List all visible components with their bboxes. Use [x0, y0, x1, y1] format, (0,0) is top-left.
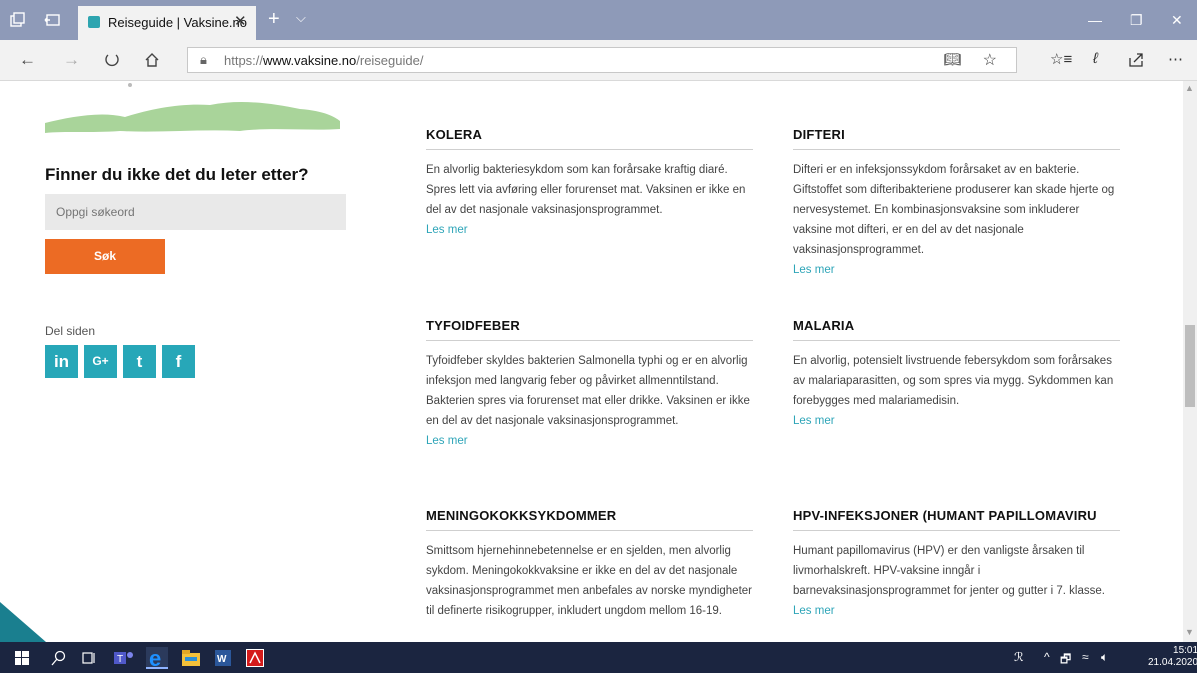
network-warning-icon[interactable]: 🗗︎: [1060, 650, 1071, 671]
disease-title: HPV-INFEKSJONER (HUMANT PAPILLOMAVIRU: [793, 508, 1120, 531]
word-icon[interactable]: W: [215, 650, 231, 666]
pen-notes-icon[interactable]: ℓ: [1093, 50, 1098, 67]
search-heading: Finner du ikke det du leter etter?: [45, 165, 309, 184]
disease-title: MENINGOKOKKSYKDOMMER: [426, 508, 753, 531]
disease-description: Smittsom hjernehinnebetennelse er en sje…: [426, 545, 752, 617]
svg-text:W: W: [217, 654, 227, 665]
page-content: Finner du ikke det du leter etter? Søk D…: [0, 81, 1183, 642]
tab-preview-chevron-icon[interactable]: ⌵: [296, 10, 306, 26]
scroll-up-icon[interactable]: ▲: [1185, 83, 1194, 93]
refresh-icon[interactable]: [104, 52, 120, 68]
edge-browser-icon[interactable]: e: [146, 647, 168, 669]
file-explorer-icon[interactable]: [182, 650, 200, 666]
read-more-link[interactable]: Les mer: [793, 601, 1120, 621]
address-field[interactable]: 🔒︎ https://www.vaksine.no/reiseguide/ 📖︎…: [187, 47, 1017, 73]
maximize-button[interactable]: ❐: [1130, 12, 1143, 29]
disease-card-kolera: KOLERA En alvorlig bakteriesykdom som ka…: [426, 127, 753, 240]
acrobat-icon[interactable]: [246, 649, 264, 667]
home-icon[interactable]: [144, 52, 160, 68]
search-input[interactable]: [45, 194, 346, 230]
disease-description: Tyfoidfeber skyldes bakterien Salmonella…: [426, 355, 750, 427]
read-more-link[interactable]: Les mer: [426, 220, 753, 240]
windows-start-icon[interactable]: [15, 651, 29, 665]
svg-text:T: T: [117, 654, 123, 665]
disease-card-difteri: DIFTERI Difteri er en infeksjonssykdom f…: [793, 127, 1120, 280]
disease-description: En alvorlig bakteriesykdom som kan forår…: [426, 164, 746, 216]
share-icon[interactable]: [1128, 52, 1144, 68]
disease-title: TYFOIDFEBER: [426, 318, 753, 341]
new-tab-button[interactable]: +: [268, 8, 280, 31]
browser-tab-bar: Reiseguide | Vaksine.no ✕ + ⌵ — ❐ ✕: [0, 0, 1197, 40]
tab-title: Reiseguide | Vaksine.no: [108, 15, 248, 30]
clock-time: 15:01: [1173, 645, 1197, 656]
tab-close-icon[interactable]: ✕: [234, 12, 247, 30]
clock-date: 21.04.2020: [1148, 657, 1197, 668]
reading-view-icon[interactable]: 📖︎: [943, 51, 961, 68]
volume-icon[interactable]: 🔈︎: [1101, 650, 1108, 665]
share-label: Del siden: [45, 324, 96, 338]
disease-description: En alvorlig, potensielt livstruende febe…: [793, 355, 1114, 407]
twitter-icon[interactable]: t: [123, 345, 156, 378]
read-more-link[interactable]: Les mer: [793, 260, 1120, 280]
google-plus-icon[interactable]: G+: [84, 345, 117, 378]
lock-icon: 🔒︎: [200, 52, 207, 67]
tab-actions-icon[interactable]: [10, 12, 26, 28]
minimize-button[interactable]: —: [1088, 12, 1102, 28]
read-more-link[interactable]: Les mer: [793, 411, 1120, 431]
read-more-link[interactable]: Les mer: [426, 431, 753, 451]
vertical-scrollbar[interactable]: ▲ ▼: [1183, 81, 1197, 642]
disease-card-malaria: MALARIA En alvorlig, potensielt livstrue…: [793, 318, 1120, 431]
tab-reiseguide[interactable]: Reiseguide | Vaksine.no ✕: [78, 6, 256, 40]
more-options-icon[interactable]: ⋯: [1168, 50, 1183, 68]
address-toolbar: ← → 🔒︎ https://www.vaksine.no/reiseguide…: [0, 40, 1197, 81]
system-clock[interactable]: 15:01 21.04.2020: [1148, 645, 1197, 669]
linkedin-icon[interactable]: in: [45, 345, 78, 378]
teams-icon[interactable]: T: [114, 649, 134, 667]
disease-title: DIFTERI: [793, 127, 1120, 150]
favorites-list-icon[interactable]: ☆≡: [1050, 50, 1072, 68]
disease-title: KOLERA: [426, 127, 753, 150]
people-icon[interactable]: ℛ: [1014, 650, 1024, 664]
show-hidden-icons-chevron[interactable]: ^: [1044, 650, 1050, 664]
disease-card-hpv: HPV-INFEKSJONER (HUMANT PAPILLOMAVIRU Hu…: [793, 508, 1120, 621]
search-button[interactable]: Søk: [45, 239, 165, 274]
scrollbar-thumb[interactable]: [1185, 325, 1195, 407]
site-favicon-icon: [88, 16, 100, 28]
back-arrow-icon[interactable]: ←: [19, 50, 36, 70]
disease-card-tyfoidfeber: TYFOIDFEBER Tyfoidfeber skyldes bakterie…: [426, 318, 753, 451]
search-icon[interactable]: [51, 650, 67, 666]
disease-description: Humant papillomavirus (HPV) er den vanli…: [793, 545, 1105, 597]
url-text: https://www.vaksine.no/reiseguide/: [224, 53, 424, 68]
map-illustration: [45, 83, 340, 133]
corner-decoration: [0, 602, 46, 642]
wifi-icon[interactable]: ≈: [1082, 650, 1089, 664]
disease-card-meningokokk: MENINGOKOKKSYKDOMMER Smittsom hjernehinn…: [426, 508, 753, 621]
favorite-star-icon[interactable]: ☆: [983, 50, 997, 70]
forward-arrow-icon[interactable]: →: [63, 50, 80, 70]
close-window-button[interactable]: ✕: [1171, 12, 1183, 29]
svg-text:e: e: [149, 647, 161, 669]
facebook-icon[interactable]: f: [162, 345, 195, 378]
disease-description: Difteri er en infeksjonssykdom forårsake…: [793, 164, 1115, 256]
task-view-icon[interactable]: [81, 650, 97, 666]
scroll-down-icon[interactable]: ▼: [1185, 627, 1194, 637]
windows-taskbar: T e W ℛ ^ 🗗︎ ≈ 🔈︎ 15:01 21.04.2020: [0, 642, 1197, 673]
disease-title: MALARIA: [793, 318, 1120, 341]
set-tabs-aside-icon[interactable]: [44, 12, 60, 28]
